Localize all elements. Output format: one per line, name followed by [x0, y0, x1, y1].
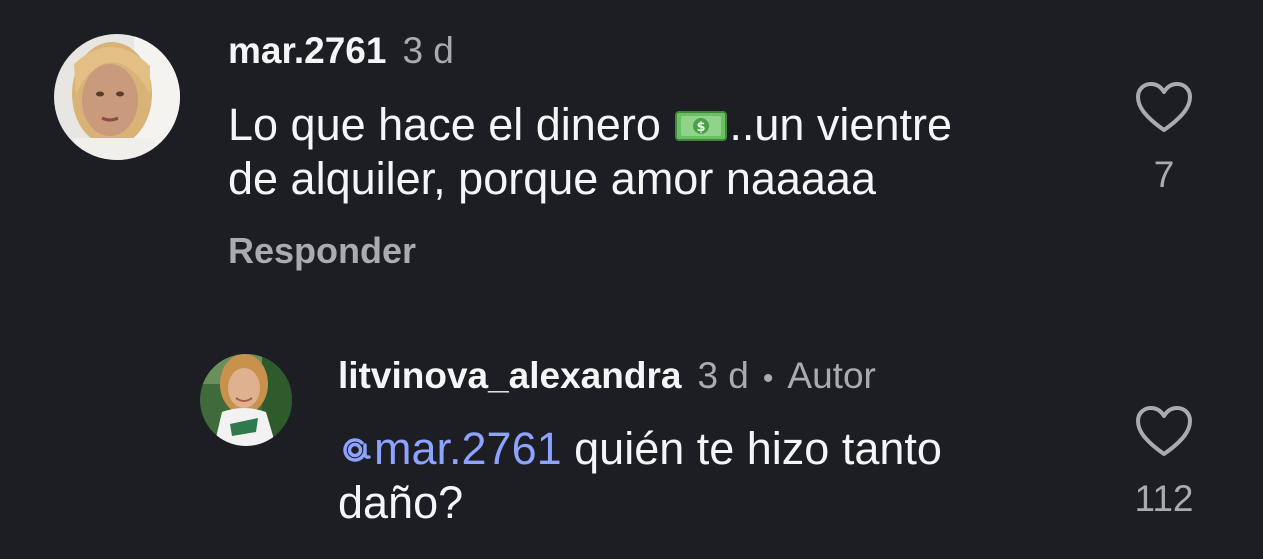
- like-button[interactable]: [1134, 404, 1194, 458]
- money-bill-icon: $: [675, 104, 728, 144]
- username[interactable]: litvinova_alexandra: [338, 355, 681, 397]
- like-button[interactable]: [1134, 80, 1194, 134]
- reply-comment-item: litvinova_alexandra 3 d • Autor mar.2761…: [0, 330, 1263, 559]
- svg-text:$: $: [697, 120, 706, 135]
- timestamp: 3 d: [402, 30, 454, 71]
- at-sign-icon: [338, 425, 372, 462]
- like-count: 112: [1134, 478, 1194, 519]
- mention-link[interactable]: mar.2761: [338, 423, 562, 474]
- user-avatar-image: [200, 354, 292, 446]
- timestamp: 3 d: [697, 355, 749, 396]
- comment-text-line: de alquiler, porque amor naaaaa: [228, 153, 876, 204]
- separator-dot: •: [762, 362, 774, 395]
- comment-text-line: daño?: [338, 477, 464, 528]
- comment-text-part: quién te hizo tanto: [574, 423, 942, 474]
- comment-text: Lo que hace el dinero $ ..un vientre de …: [228, 98, 1088, 206]
- heart-icon: [1136, 406, 1192, 456]
- like-count: 7: [1153, 154, 1175, 195]
- comment-text-part: Lo que hace el dinero: [228, 99, 661, 150]
- comment-text-part: ..un vientre: [729, 99, 952, 150]
- comment-meta: mar.2761 3 d: [228, 30, 454, 72]
- mention-username: mar.2761: [374, 423, 562, 474]
- heart-icon: [1136, 82, 1192, 132]
- avatar[interactable]: [54, 34, 180, 160]
- comment-text: mar.2761 quién te hizo tanto daño?: [338, 422, 1098, 530]
- comment-meta: litvinova_alexandra 3 d • Autor: [338, 355, 876, 397]
- username[interactable]: mar.2761: [228, 30, 386, 72]
- comment-item: mar.2761 3 d Lo que hace el dinero $ ..u…: [0, 0, 1263, 300]
- author-badge: Autor: [787, 355, 876, 396]
- avatar[interactable]: [200, 354, 292, 446]
- reply-button[interactable]: Responder: [228, 230, 416, 272]
- user-avatar-image: [54, 34, 180, 160]
